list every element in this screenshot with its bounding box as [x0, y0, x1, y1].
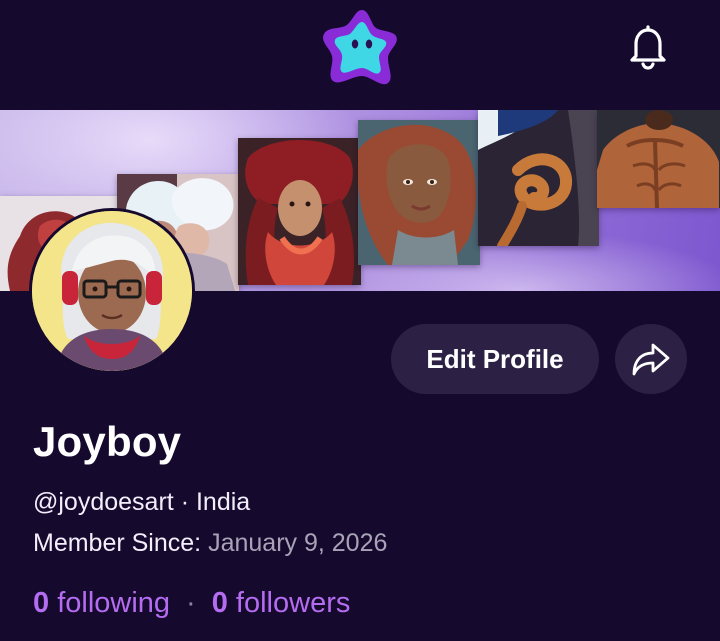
profile-page: Edit Profile Joyboy @joydoesart · India … [0, 0, 720, 641]
location-text: India [195, 488, 251, 516]
following-link[interactable]: 0 following [33, 587, 170, 619]
avatar[interactable] [32, 211, 192, 371]
share-arrow-icon [631, 341, 671, 377]
top-bar [0, 0, 720, 110]
follow-stats: 0 following · 0 followers [33, 587, 350, 620]
member-since-label: Member Since: [33, 529, 202, 557]
display-name: Joyboy [33, 418, 182, 465]
member-since: Member Since: January 9, 2026 [33, 529, 387, 558]
share-button[interactable] [615, 324, 687, 394]
handle-text: @joydoesart [33, 488, 174, 516]
stats-separator: · [186, 587, 196, 619]
following-count: 0 [33, 587, 50, 619]
star-logo-icon[interactable] [318, 6, 402, 88]
handle-location: @joydoesart · India [33, 488, 250, 517]
handle-separator: · [180, 488, 190, 516]
mermaid-portrait-art[interactable] [358, 120, 480, 265]
octopus-queen-art[interactable] [238, 138, 361, 285]
member-since-date: January 9, 2026 [208, 529, 388, 557]
followers-count: 0 [211, 587, 228, 619]
edit-profile-button[interactable]: Edit Profile [391, 324, 599, 394]
muscular-back-art[interactable] [597, 110, 720, 208]
followers-link[interactable]: 0 followers [212, 587, 351, 619]
following-label: following [57, 587, 171, 619]
bell-icon[interactable] [626, 24, 670, 70]
serpent-creature-art[interactable] [478, 110, 599, 246]
followers-label: followers [235, 587, 351, 619]
